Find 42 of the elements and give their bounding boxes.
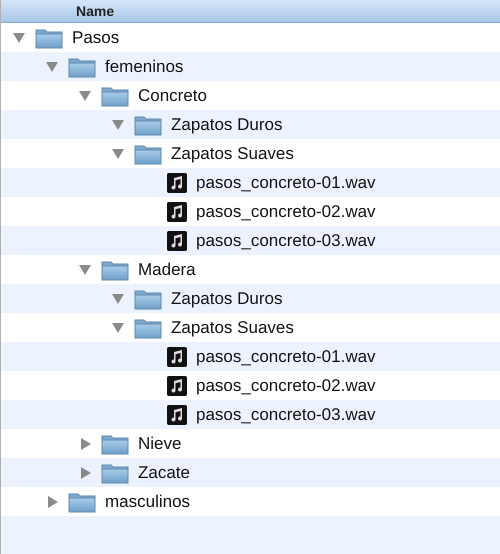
disclosure-triangle-icon[interactable]	[79, 466, 93, 478]
music-note-icon	[167, 346, 187, 366]
folder-name[interactable]: Zapatos Duros	[171, 114, 282, 134]
column-title[interactable]: Name	[1, 3, 114, 19]
file-name[interactable]: pasos_concreto-02.wav	[196, 202, 376, 222]
folder-icon	[101, 462, 129, 484]
music-note-icon	[167, 172, 187, 192]
disclosure-triangle-icon[interactable]	[13, 32, 27, 44]
folder-icon	[68, 490, 96, 512]
disclosure-triangle-icon[interactable]	[46, 496, 60, 508]
disclosure-triangle-icon[interactable]	[79, 438, 93, 450]
folder-icon	[134, 142, 162, 164]
disclosure-triangle-icon[interactable]	[46, 60, 60, 72]
disclosure-triangle-icon[interactable]	[79, 90, 93, 102]
disclosure-triangle-icon[interactable]	[112, 292, 126, 304]
folder-name[interactable]: Zapatos Suaves	[171, 144, 294, 164]
folder-name[interactable]: Concreto	[138, 86, 207, 106]
folder-icon	[101, 258, 129, 280]
folder-name[interactable]: Nieve	[138, 434, 182, 454]
folder-name[interactable]: Zapatos Suaves	[171, 318, 294, 338]
folder-icon	[134, 316, 162, 338]
folder-icon	[35, 26, 63, 48]
folder-icon	[134, 114, 162, 136]
disclosure-triangle-icon[interactable]	[112, 118, 126, 130]
disclosure-triangle-icon[interactable]	[112, 148, 126, 160]
music-note-icon	[167, 230, 187, 250]
folder-name[interactable]: femeninos	[105, 56, 184, 76]
folder-name[interactable]: Pasos	[72, 28, 120, 48]
folder-name[interactable]: Zacate	[138, 462, 190, 482]
folder-name[interactable]: Madera	[138, 260, 196, 280]
music-note-icon	[167, 376, 187, 396]
folder-icon	[101, 84, 129, 106]
music-note-icon	[167, 202, 187, 222]
folder-name[interactable]: masculinos	[105, 492, 190, 512]
disclosure-triangle-icon[interactable]	[79, 264, 93, 276]
folder-icon	[134, 288, 162, 310]
folder-icon	[101, 432, 129, 454]
music-note-icon	[167, 404, 187, 424]
file-name[interactable]: pasos_concreto-02.wav	[196, 376, 376, 396]
folder-icon	[68, 56, 96, 78]
folder-name[interactable]: Zapatos Duros	[171, 288, 282, 308]
disclosure-triangle-icon[interactable]	[112, 322, 126, 334]
